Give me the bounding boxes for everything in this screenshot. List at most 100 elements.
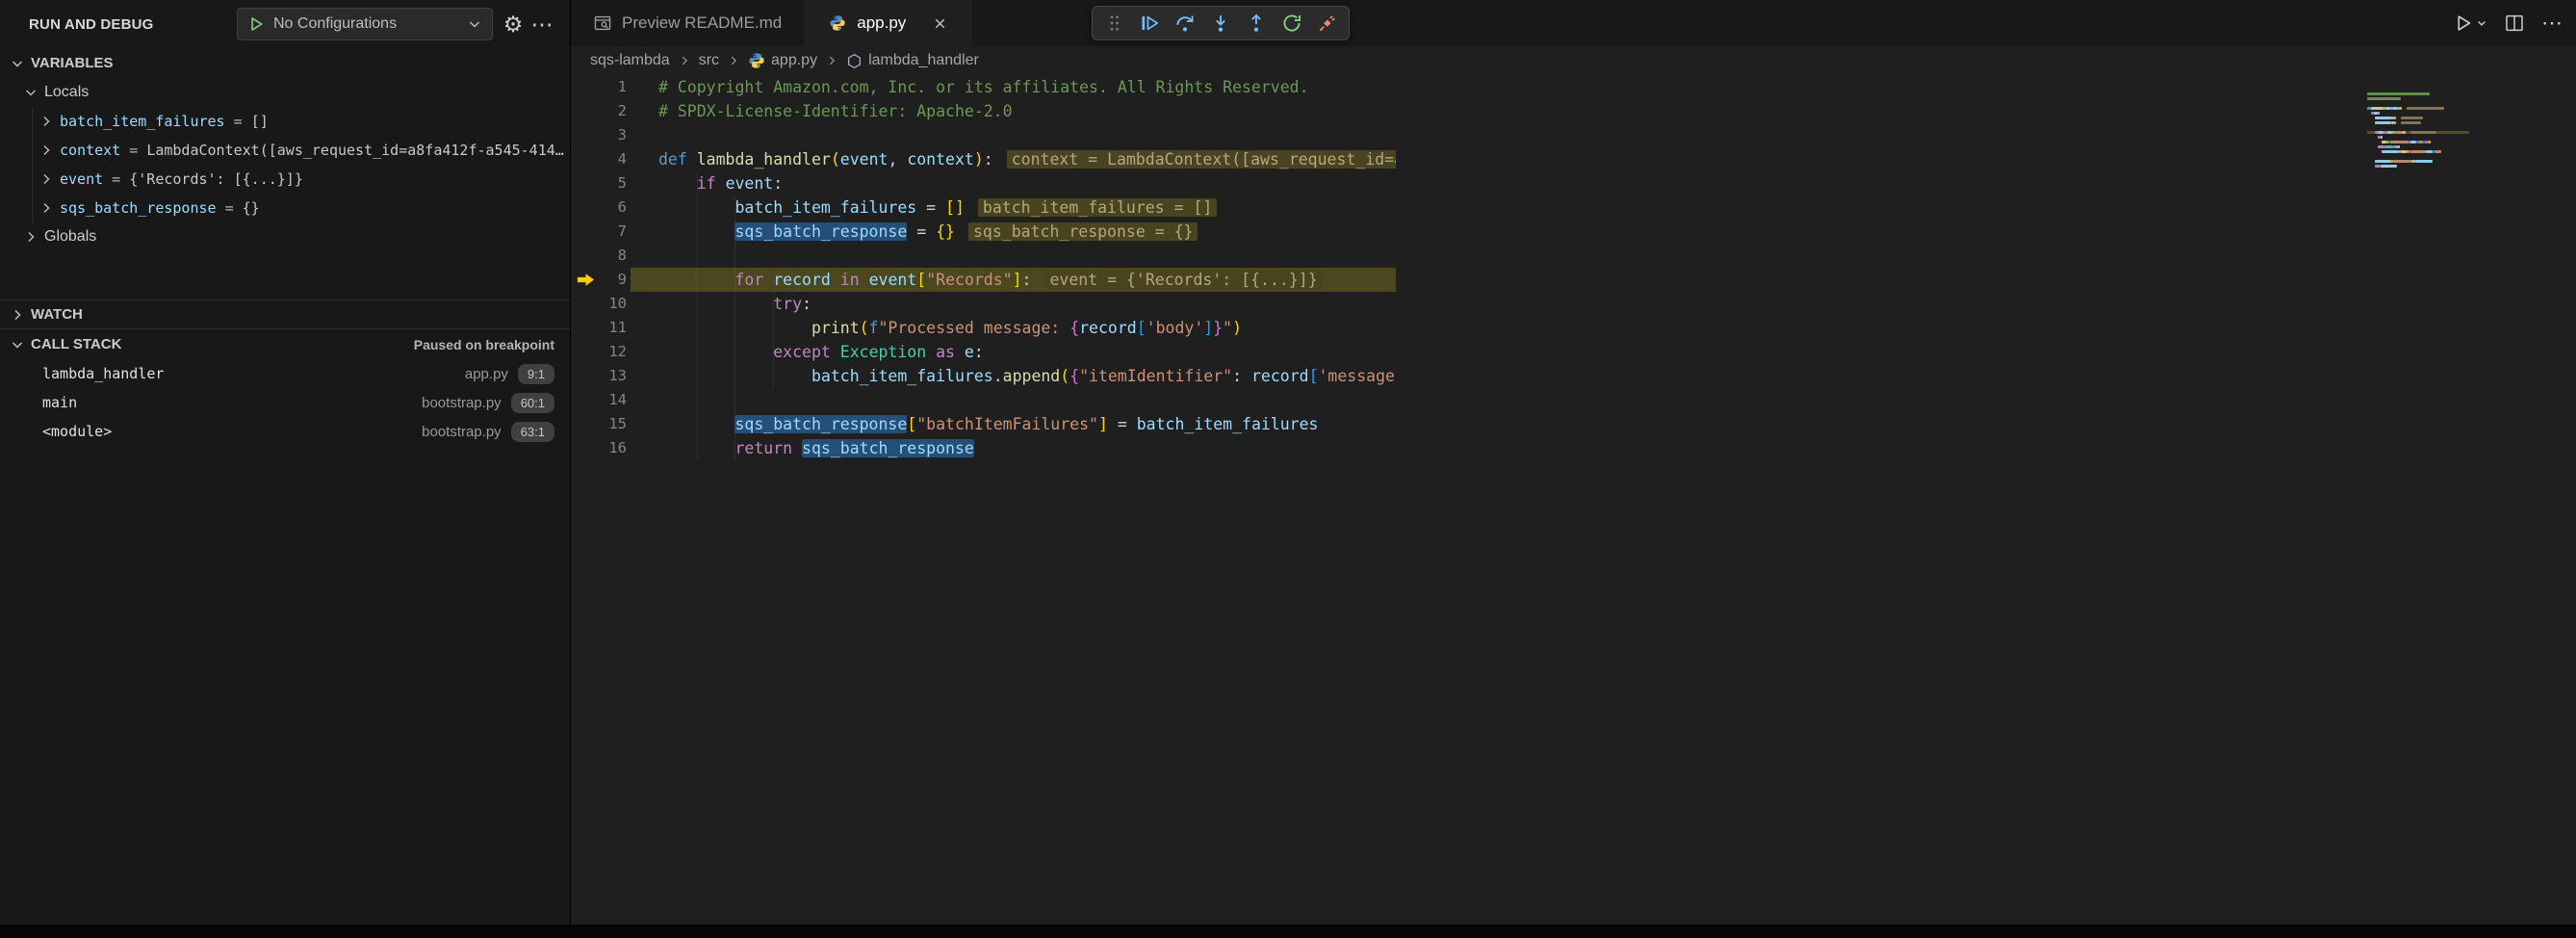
line-number[interactable]: 6 xyxy=(571,195,627,220)
variable-row[interactable]: sqs_batch_response = {} xyxy=(0,194,570,222)
breadcrumb-item-app.py[interactable]: app.py xyxy=(748,52,817,69)
minimap-line xyxy=(2367,145,2469,148)
code-line: 9 for record in event["Records"]:event =… xyxy=(571,268,1396,292)
continue-button[interactable] xyxy=(1133,9,1166,38)
breadcrumb-sep-icon xyxy=(678,54,691,67)
inline-debug-value: batch_item_failures = [] xyxy=(978,198,1217,217)
minimap[interactable] xyxy=(2367,92,2469,169)
chevron-down-icon xyxy=(23,85,39,100)
editor-actions: ⋯ xyxy=(2454,0,2563,46)
tab-preview-readme.md[interactable]: Preview README.md xyxy=(571,0,806,46)
variable-row[interactable]: batch_item_failures = [] xyxy=(0,107,570,136)
step-out-button[interactable] xyxy=(1240,9,1273,38)
variable-row[interactable]: event = {'Records': [{...}]} xyxy=(0,165,570,194)
code-line-content[interactable]: def lambda_handler(event, context):conte… xyxy=(658,147,1396,171)
minimap-line xyxy=(2367,97,2469,100)
tab-label: Preview README.md xyxy=(622,13,782,33)
tab-bar: Preview README.md app.py ⋯ xyxy=(571,0,2576,46)
line-number[interactable]: 15 xyxy=(571,412,627,436)
watch-section-header[interactable]: WATCH xyxy=(0,300,570,329)
line-number[interactable]: 2 xyxy=(571,99,627,123)
stack-frame-row[interactable]: mainbootstrap.py60:1 xyxy=(0,388,570,417)
breadcrumb-label: lambda_handler xyxy=(868,52,979,69)
code-line-content[interactable]: return sqs_batch_response xyxy=(658,436,974,460)
code-line-content[interactable]: # SPDX-License-Identifier: Apache-2.0 xyxy=(658,99,1013,123)
debug-start-icon[interactable] xyxy=(247,15,265,33)
code-line-content[interactable]: for record in event["Records"]:event = {… xyxy=(658,268,1323,292)
disconnect-button[interactable] xyxy=(1311,9,1344,38)
run-button[interactable] xyxy=(2454,13,2487,33)
scope-row-globals[interactable]: Globals xyxy=(0,222,570,251)
panel-header: RUN AND DEBUG No Configurations ⚙ ⋯ xyxy=(0,0,570,48)
close-icon[interactable] xyxy=(932,15,948,32)
settings-button[interactable]: ⚙ xyxy=(499,10,528,39)
code-line-content[interactable]: sqs_batch_response = {}sqs_batch_respons… xyxy=(658,220,1198,244)
scope-row-locals[interactable]: Locals xyxy=(0,78,570,107)
split-editor-button[interactable] xyxy=(2505,13,2524,33)
code-line-content[interactable]: if event: xyxy=(658,171,783,195)
chevron-right-icon xyxy=(10,307,25,323)
breadcrumb-label: app.py xyxy=(771,52,817,69)
run-and-debug-panel: RUN AND DEBUG No Configurations ⚙ ⋯ VARI… xyxy=(0,0,571,938)
code-line: 2 # SPDX-License-Identifier: Apache-2.0 xyxy=(571,99,1396,123)
step-into-button[interactable] xyxy=(1204,9,1237,38)
code-line-content[interactable]: batch_item_failures = []batch_item_failu… xyxy=(658,195,1217,220)
variable-name: batch_item_failures xyxy=(60,113,225,130)
scope-name: Locals xyxy=(44,84,89,101)
breadcrumb-sep-icon xyxy=(727,54,740,67)
restart-button[interactable] xyxy=(1275,9,1308,38)
window-bottom-edge xyxy=(0,925,2576,938)
line-number[interactable]: 16 xyxy=(571,436,627,460)
line-number[interactable]: 10 xyxy=(571,292,627,316)
code-line-content[interactable]: # Copyright Amazon.com, Inc. or its affi… xyxy=(658,75,1309,99)
chevron-right-icon xyxy=(39,143,54,158)
line-number[interactable]: 5 xyxy=(571,171,627,195)
code-line-content[interactable]: except Exception as e: xyxy=(658,340,984,364)
step-into-icon xyxy=(1210,13,1231,34)
debug-config-dropdown[interactable]: No Configurations xyxy=(237,8,493,40)
breadcrumb-item-src[interactable]: src xyxy=(699,52,719,69)
inline-debug-value: context = LambdaContext([aws_request_id=… xyxy=(1007,150,1396,169)
chevron-right-icon xyxy=(23,229,39,245)
panel-title: RUN AND DEBUG xyxy=(29,16,154,33)
stack-frame-row[interactable]: lambda_handlerapp.py9:1 xyxy=(0,359,570,388)
panel-more-actions-button[interactable]: ⋯ xyxy=(528,10,556,39)
line-number[interactable]: 14 xyxy=(571,388,627,412)
drag-handle-button[interactable] xyxy=(1097,9,1130,38)
line-number[interactable]: 1 xyxy=(571,75,627,99)
line-number[interactable]: 3 xyxy=(571,123,627,147)
variable-row[interactable]: context = LambdaContext([aws_request_id=… xyxy=(0,136,570,165)
breadcrumb-label: sqs-lambda xyxy=(590,52,670,69)
tab-app.py[interactable]: app.py xyxy=(806,0,972,46)
equals-sign: = xyxy=(225,113,251,130)
line-number[interactable]: 13 xyxy=(571,364,627,388)
line-number[interactable]: 8 xyxy=(571,244,627,268)
tab-label: app.py xyxy=(857,13,906,33)
inline-debug-value: sqs_batch_response = {} xyxy=(968,222,1198,241)
code-line: 16 return sqs_batch_response xyxy=(571,436,1396,460)
minimap-line xyxy=(2367,121,2469,124)
equals-sign: = xyxy=(120,142,146,159)
drag-handle-icon xyxy=(1108,13,1121,33)
code-editor[interactable]: 1 # Copyright Amazon.com, Inc. or its aff… xyxy=(571,75,1396,461)
breadcrumb-item-sqs-lambda[interactable]: sqs-lambda xyxy=(590,52,670,69)
code-line: 6 batch_item_failures = []batch_item_fai… xyxy=(571,195,1396,220)
equals-sign: = xyxy=(217,199,243,217)
call-stack-section-header[interactable]: CALL STACK Paused on breakpoint xyxy=(0,329,570,359)
stack-frame-row[interactable]: <module>bootstrap.py63:1 xyxy=(0,417,570,446)
variables-section-header[interactable]: VARIABLES xyxy=(0,48,570,78)
step-over-button[interactable] xyxy=(1169,9,1201,38)
frame-position-badge: 9:1 xyxy=(518,364,554,384)
symbol-function-icon xyxy=(846,53,863,69)
line-number[interactable]: 4 xyxy=(571,147,627,171)
code-line-content[interactable]: try: xyxy=(658,292,811,316)
code-line-content[interactable]: print(f"Processed message: {record['body… xyxy=(658,316,1242,340)
line-number[interactable]: 11 xyxy=(571,316,627,340)
line-number[interactable]: 12 xyxy=(571,340,627,364)
breadcrumb-item-lambda_handler[interactable]: lambda_handler xyxy=(846,52,979,69)
line-number[interactable]: 7 xyxy=(571,220,627,244)
code-line-content[interactable]: batch_item_failures.append({"itemIdentif… xyxy=(658,364,1395,388)
minimap-line xyxy=(2367,150,2469,153)
run-icon xyxy=(2454,13,2473,33)
code-line-content[interactable]: sqs_batch_response["batchItemFailures"] … xyxy=(658,412,1318,436)
